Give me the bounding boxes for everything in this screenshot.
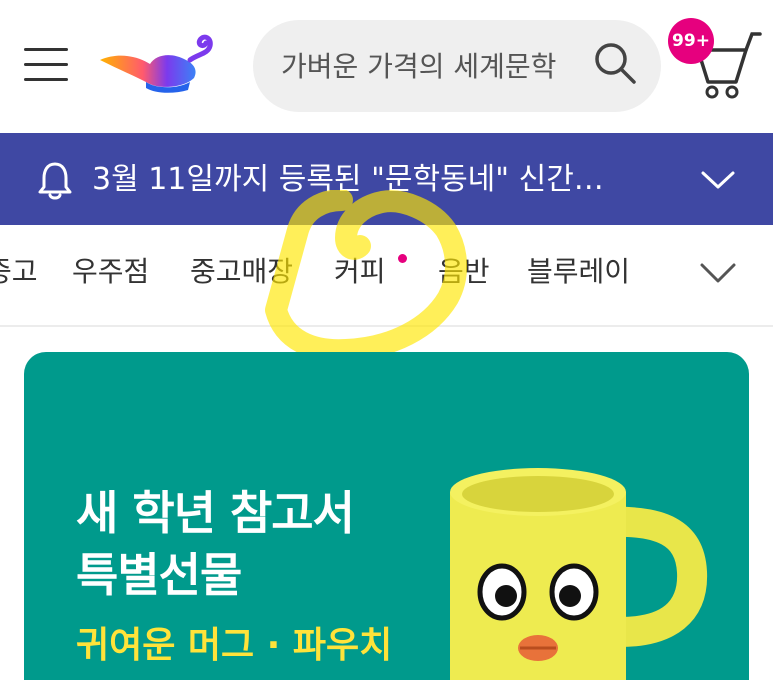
banner-subtitle: 귀여운 머그 · 파우치 [76, 625, 393, 666]
mug-image [450, 468, 708, 680]
banner-title-line2: 특별선물 [76, 548, 242, 602]
aladin-lamp-logo[interactable] [98, 30, 224, 96]
new-dot-badge [398, 254, 407, 263]
tab-music[interactable]: 음반 [438, 248, 490, 296]
tab-used[interactable]: 중고 [0, 248, 38, 296]
app-page: 99+ 3월 11일까지 등록된 "문학동네" 신간… 중고 우주점 중고매장 … [0, 0, 773, 680]
banner-title-line1: 새 학년 참고서 [76, 486, 355, 540]
bell-icon [38, 162, 72, 200]
header: 99+ [0, 0, 773, 133]
tab-coffee[interactable]: 커피 [334, 248, 386, 296]
search-icon[interactable] [592, 40, 638, 86]
tab-bluray[interactable]: 블루레이 [527, 248, 630, 296]
menu-icon[interactable] [22, 44, 70, 84]
banner-title: 새 학년 참고서 특별선물 [76, 482, 416, 606]
search-input[interactable] [281, 42, 581, 90]
cart-count-badge: 99+ [668, 18, 714, 64]
notice-text[interactable]: 3월 11일까지 등록된 "문학동네" 신간… [92, 157, 652, 203]
tab-used-store[interactable]: 중고매장 [190, 248, 293, 296]
chevron-down-icon[interactable] [700, 165, 736, 195]
chevron-down-icon[interactable] [698, 257, 738, 287]
tab-space-store[interactable]: 우주점 [72, 248, 149, 296]
